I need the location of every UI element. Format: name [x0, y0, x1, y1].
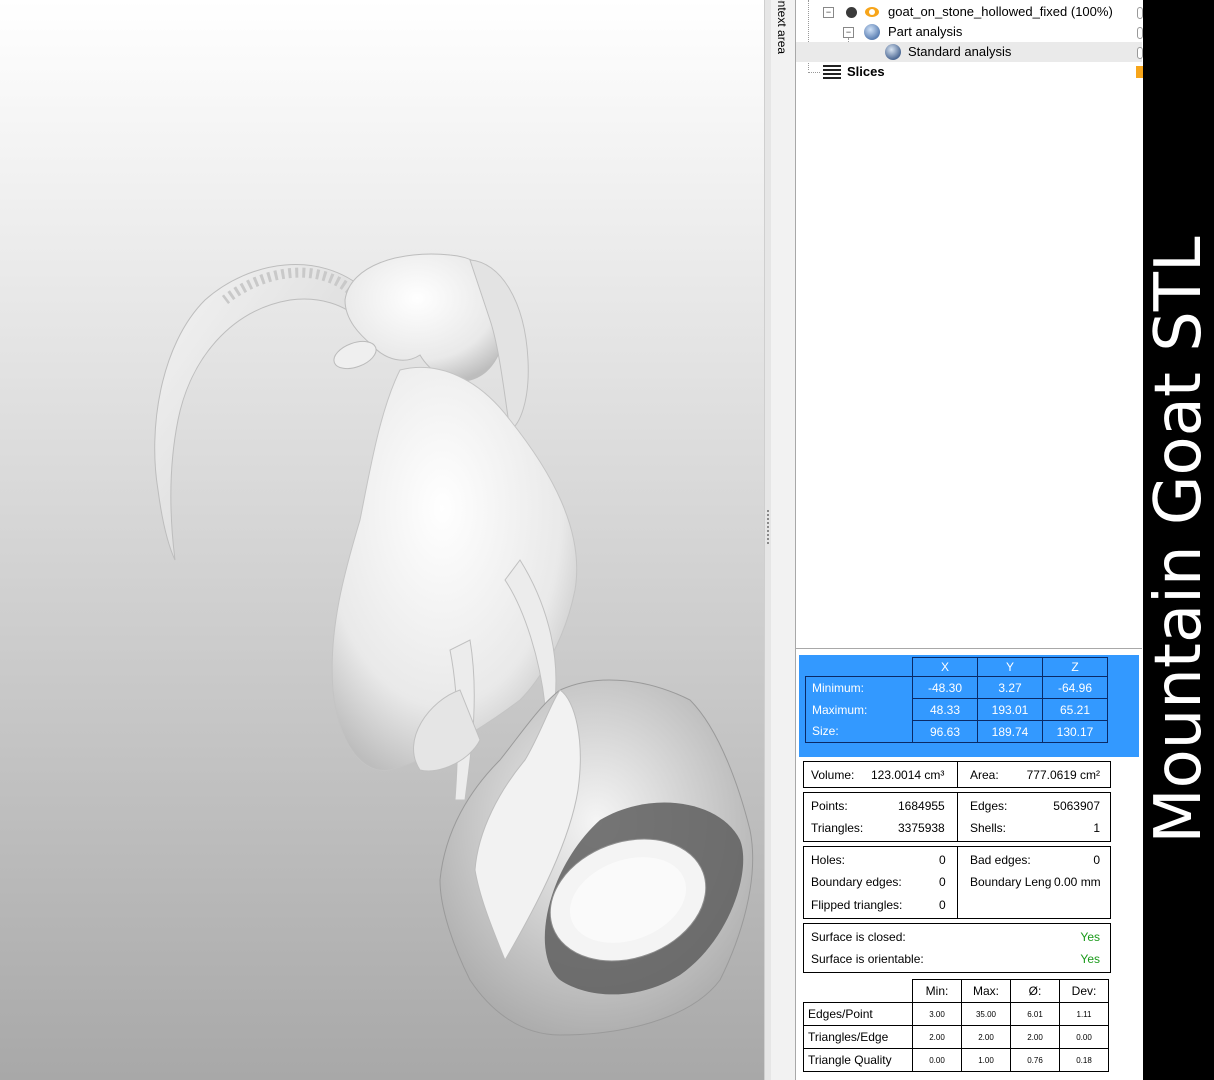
slices-status-icon: [1136, 66, 1143, 78]
stats-value: 0.76: [1010, 1048, 1060, 1072]
banner-title: Mountain Goat STL: [1143, 236, 1214, 844]
surface-orientable-label: Surface is orientable:: [811, 952, 924, 966]
table-row: Triangle Quality 0.00 1.00 0.76 0.18: [803, 1048, 1109, 1072]
bbox-min-z: -64.96: [1042, 676, 1108, 699]
stats-value: 35.00: [961, 1002, 1011, 1026]
bbox-row-label: Size:: [805, 720, 913, 743]
shells-value: 1: [1093, 821, 1100, 835]
triangles-value: 3375938: [898, 821, 945, 835]
visibility-eye-icon[interactable]: [865, 7, 879, 17]
stats-row-label: Edges/Point: [803, 1002, 913, 1026]
tree-item-part-label: goat_on_stone_hollowed_fixed (100%): [888, 4, 1113, 19]
analysis-info-panel: X Y Z Minimum: -48.30 3.27 -64.96 Maximu…: [796, 649, 1142, 1080]
boundary-length-label: Boundary Leng: [970, 875, 1052, 889]
bbox-size-z: 130.17: [1042, 720, 1108, 743]
flipped-triangles-value: 0: [939, 898, 946, 912]
stats-value: 2.00: [1010, 1025, 1060, 1049]
bbox-header-y: Y: [977, 657, 1043, 677]
area-value: 777.0619 cm²: [1026, 768, 1100, 782]
bbox-header-x: X: [912, 657, 978, 677]
context-area-label: ontext area: [775, 0, 789, 55]
bbox-header-z: Z: [1042, 657, 1108, 677]
edges-label: Edges:: [970, 799, 1008, 813]
bbox-row-label: Maximum:: [805, 698, 913, 721]
table-row: Edges/Point 3.00 35.00 6.01 1.11: [803, 1002, 1109, 1026]
project-tree: − goat_on_stone_hollowed_fixed (100%) − …: [796, 0, 1143, 649]
holes-label: Holes:: [811, 853, 846, 867]
bbox-max-z: 65.21: [1042, 698, 1108, 721]
flipped-triangles-label: Flipped triangles:: [811, 898, 903, 912]
surface-closed-label: Surface is closed:: [811, 930, 906, 944]
stats-header-avg: Ø:: [1010, 979, 1060, 1003]
volume-value: 123.0014 cm³: [871, 768, 945, 782]
context-area-tab[interactable]: ontext area: [771, 0, 796, 1080]
stats-value: 1.11: [1059, 1002, 1109, 1026]
bbox-min-y: 3.27: [977, 676, 1043, 699]
title-banner: Mountain Goat STL: [1143, 0, 1214, 1080]
standard-analysis-icon: [885, 44, 901, 60]
surface-box: Surface is closed: Yes Surface is orient…: [803, 923, 1111, 973]
bbox-max-y: 193.01: [977, 698, 1043, 721]
stats-header-min: Min:: [912, 979, 962, 1003]
mesh-statistics-table: Min: Max: Ø: Dev: Edges/Point 3.00 35.00…: [803, 979, 1109, 1072]
tree-item-part[interactable]: − goat_on_stone_hollowed_fixed (100%): [796, 2, 1143, 22]
tree-item-slices-label: Slices: [847, 64, 885, 79]
defects-box: Holes: 0 Boundary edges: 0 Flipped trian…: [803, 846, 1111, 919]
stats-value: 0.00: [1059, 1025, 1109, 1049]
area-label: Area:: [970, 768, 999, 782]
bbox-max-x: 48.33: [912, 698, 978, 721]
volume-label: Volume:: [811, 768, 855, 782]
bounding-box-table: X Y Z Minimum: -48.30 3.27 -64.96 Maximu…: [799, 655, 1139, 757]
stats-header-dev: Dev:: [1059, 979, 1109, 1003]
bad-edges-label: Bad edges:: [970, 853, 1031, 867]
tree-item-part-analysis[interactable]: − Part analysis: [796, 22, 1143, 42]
surface-closed-value: Yes: [1080, 930, 1100, 944]
part-analysis-icon: [864, 24, 880, 40]
bbox-min-x: -48.30: [912, 676, 978, 699]
bbox-row-label: Minimum:: [805, 676, 913, 699]
shells-label: Shells:: [970, 821, 1007, 835]
triangles-label: Triangles:: [811, 821, 864, 835]
tree-item-slices[interactable]: Slices: [796, 62, 1142, 82]
boundary-edges-value: 0: [939, 875, 946, 889]
mesh-counts-box: Points: 1684955 Triangles: 3375938 Edges…: [803, 792, 1111, 842]
3d-viewport[interactable]: [0, 0, 764, 1080]
part-status-dot-icon: [846, 7, 857, 18]
goat-model-render: [154, 253, 754, 1036]
stats-value: 3.00: [912, 1002, 962, 1026]
stats-value: 6.01: [1010, 1002, 1060, 1026]
table-row: Triangles/Edge 2.00 2.00 2.00 0.00: [803, 1025, 1109, 1049]
volume-area-box: Volume: 123.0014 cm³ Area: 777.0619 cm²: [803, 761, 1111, 788]
tree-item-part-analysis-label: Part analysis: [888, 24, 963, 39]
points-label: Points:: [811, 799, 848, 813]
bbox-size-y: 189.74: [977, 720, 1043, 743]
stats-value: 2.00: [961, 1025, 1011, 1049]
holes-value: 0: [939, 853, 946, 867]
stats-value: 1.00: [961, 1048, 1011, 1072]
stats-value: 0.18: [1059, 1048, 1109, 1072]
stats-row-label: Triangles/Edge: [803, 1025, 913, 1049]
tree-item-standard-analysis-label: Standard analysis: [908, 44, 1012, 59]
points-value: 1684955: [898, 799, 945, 813]
collapse-toggle-icon[interactable]: −: [843, 27, 854, 38]
edges-value: 5063907: [1053, 799, 1100, 813]
slices-icon: [823, 65, 841, 79]
stats-row-label: Triangle Quality: [803, 1048, 913, 1072]
collapse-toggle-icon[interactable]: −: [823, 7, 834, 18]
boundary-length-value: 0.00 mm: [1054, 875, 1101, 889]
surface-orientable-value: Yes: [1080, 952, 1100, 966]
bad-edges-value: 0: [1093, 853, 1100, 867]
splitter-grip[interactable]: [767, 510, 769, 546]
bbox-size-x: 96.63: [912, 720, 978, 743]
boundary-edges-label: Boundary edges:: [811, 875, 902, 889]
stats-value: 2.00: [912, 1025, 962, 1049]
tree-item-standard-analysis[interactable]: Standard analysis: [796, 42, 1143, 62]
stats-value: 0.00: [912, 1048, 962, 1072]
stats-header-max: Max:: [961, 979, 1011, 1003]
